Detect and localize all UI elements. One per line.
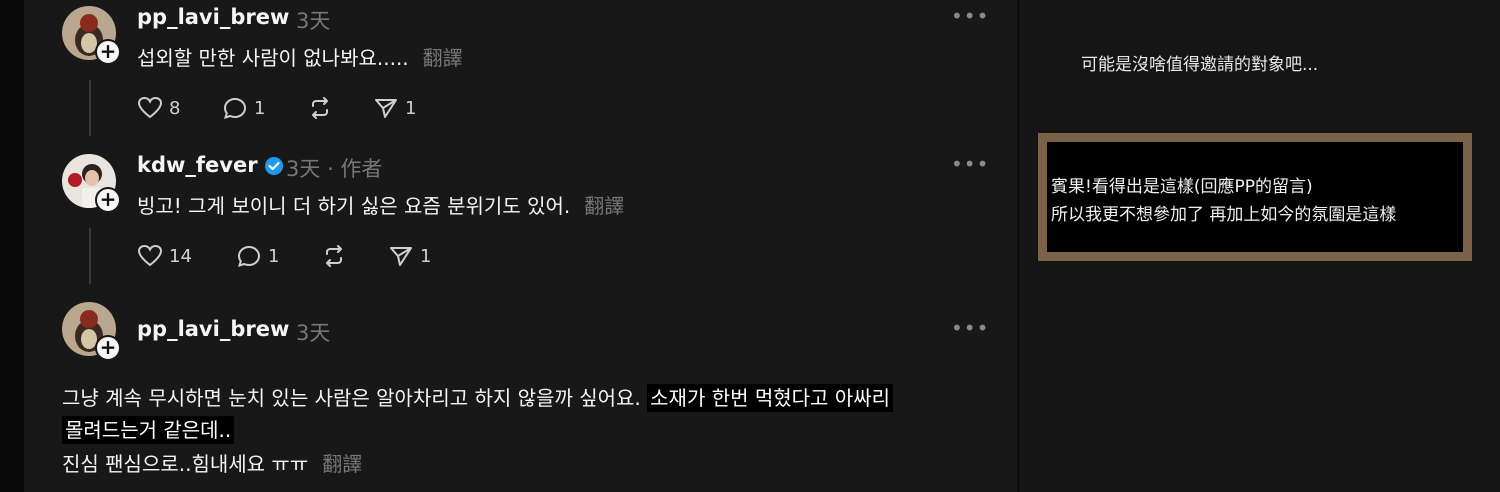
reply-count: 1 xyxy=(268,245,280,267)
post-text: 섭외할 만한 사람이 없나봐요..... 翻譯 xyxy=(137,42,463,71)
reply-button[interactable]: 1 xyxy=(222,96,265,120)
post-body-part: 그냥 계속 무시하면 눈치 있는 사람은 알아차리고 하지 않을까 싶어요. xyxy=(62,386,641,410)
thread-line xyxy=(89,80,91,136)
share-button[interactable]: 1 xyxy=(388,244,431,268)
send-icon xyxy=(390,247,412,266)
username[interactable]: pp_lavi_brew xyxy=(137,317,289,341)
thread-line xyxy=(89,228,91,284)
post-text-line-1: 그냥 계속 무시하면 눈치 있는 사람은 알아차리고 하지 않을까 싶어요. 소… xyxy=(62,382,894,412)
repost-button[interactable] xyxy=(307,96,333,120)
post-body-part: 진심 팬심으로..힘내세요 ㅠㅠ xyxy=(62,452,309,476)
like-button[interactable]: 14 xyxy=(137,244,192,268)
post-text-line-3: 진심 팬심으로..힘내세요 ㅠㅠ 翻譯 xyxy=(62,448,362,477)
follow-plus-icon[interactable]: + xyxy=(95,39,121,65)
share-button[interactable]: 1 xyxy=(373,96,416,120)
comment-icon xyxy=(237,245,261,268)
author-tag: · 作者 xyxy=(327,157,383,181)
post-text-line-2: 몰려드는거 같은데.. xyxy=(62,414,235,444)
like-count: 8 xyxy=(169,97,181,119)
send-icon xyxy=(375,99,397,118)
timestamp: 3天 xyxy=(296,9,331,33)
share-count: 1 xyxy=(405,97,417,119)
like-count: 14 xyxy=(169,245,192,267)
highlighted-text: 몰려드는거 같은데.. xyxy=(62,416,235,444)
username-text: kdw_fever xyxy=(137,153,258,177)
verified-badge-icon xyxy=(264,157,283,175)
translate-link[interactable]: 翻譯 xyxy=(584,194,624,218)
username[interactable]: kdw_fever xyxy=(137,153,284,177)
annotation-note: 可能是沒啥值得邀請的對象吧... xyxy=(1081,55,1319,75)
repost-icon xyxy=(326,245,342,267)
annotation-line-1: 賓果!看得出是這樣(回應PP的留言) xyxy=(1051,177,1313,197)
repost-button[interactable] xyxy=(321,244,347,268)
more-icon[interactable]: ••• xyxy=(951,4,989,28)
translate-link[interactable]: 翻譯 xyxy=(423,46,463,70)
share-count: 1 xyxy=(420,245,432,267)
timestamp: 3天 xyxy=(296,321,331,345)
annotation-line-2: 所以我更不想參加了 再加上如今的氛圍是這樣 xyxy=(1051,205,1397,225)
follow-plus-icon[interactable]: + xyxy=(95,187,121,213)
heart-icon xyxy=(137,244,163,267)
post-body: 빙고! 그게 보이니 더 하기 싫은 요즘 분위기도 있어. xyxy=(137,194,571,218)
translate-link[interactable]: 翻譯 xyxy=(322,452,362,476)
timestamp: 3天 · 作者 xyxy=(286,153,382,183)
time-text: 3天 xyxy=(286,157,321,181)
highlighted-text: 소재가 한번 먹혔다고 아싸리 xyxy=(647,384,894,412)
reply-count: 1 xyxy=(254,97,266,119)
repost-icon xyxy=(312,97,328,119)
more-icon[interactable]: ••• xyxy=(951,152,989,176)
heart-icon xyxy=(137,96,163,119)
post-body: 섭외할 만한 사람이 없나봐요..... xyxy=(137,46,409,70)
username[interactable]: pp_lavi_brew xyxy=(137,5,289,29)
annotation-box: 賓果!看得出是這樣(回應PP的留言) 所以我更不想參加了 再加上如今的氛圍是這樣 xyxy=(1038,133,1472,261)
post-text: 빙고! 그게 보이니 더 하기 싫은 요즘 분위기도 있어. 翻譯 xyxy=(137,190,624,219)
comment-icon xyxy=(223,97,247,120)
left-margin xyxy=(0,0,24,492)
reply-button[interactable]: 1 xyxy=(236,244,279,268)
follow-plus-icon[interactable]: + xyxy=(95,335,121,361)
more-icon[interactable]: ••• xyxy=(951,316,989,340)
like-button[interactable]: 8 xyxy=(137,96,180,120)
